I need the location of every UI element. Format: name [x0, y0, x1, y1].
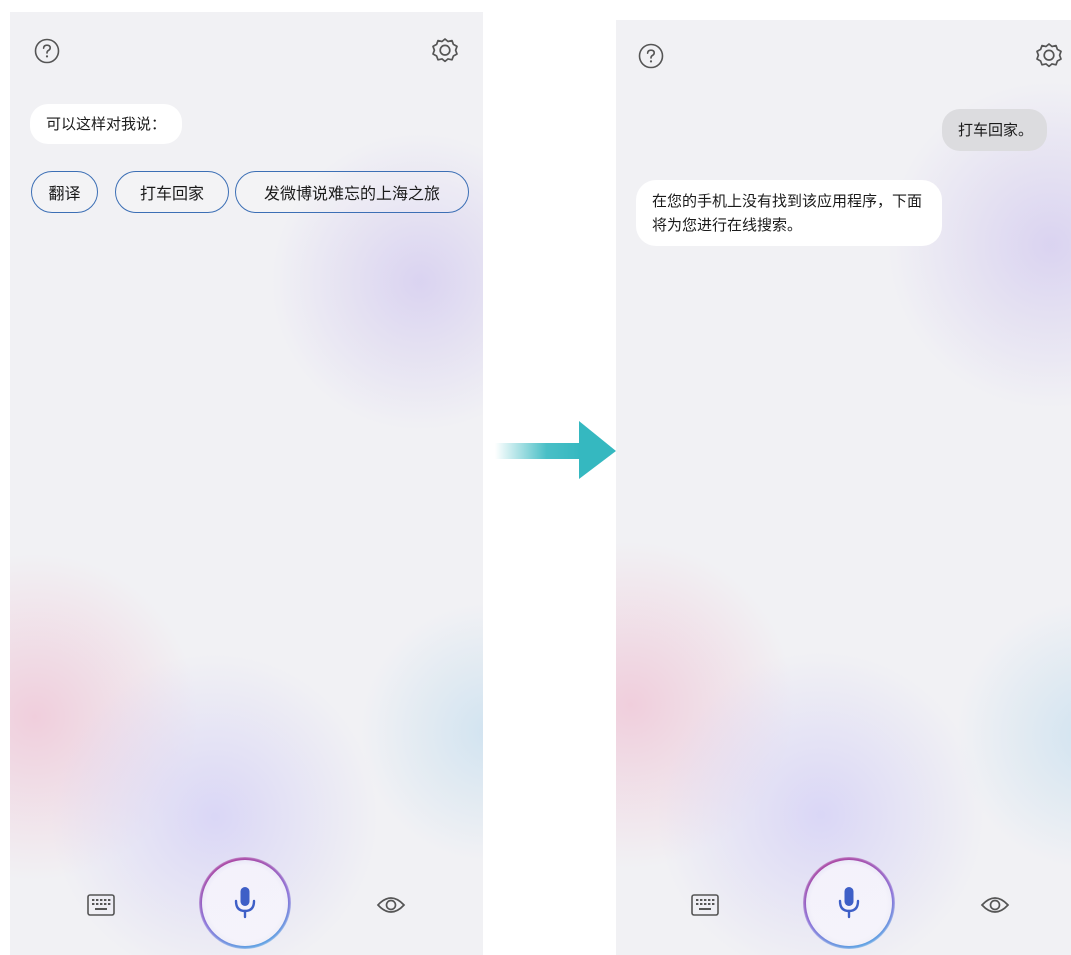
microphone-button[interactable]	[199, 857, 291, 949]
assistant-message-line: 在您的手机上没有找到该应用程序，下面	[652, 192, 923, 210]
keyboard-icon[interactable]	[81, 885, 121, 925]
eye-icon[interactable]	[371, 885, 411, 925]
phone-screen-after: 打车回家。 在您的手机上没有找到该应用程序，下面 将为您进行在线搜索。	[616, 20, 1071, 955]
help-icon[interactable]	[30, 34, 64, 68]
chip-taxi-home[interactable]: 打车回家	[115, 171, 229, 213]
eye-icon[interactable]	[975, 885, 1015, 925]
phone-screen-before: 可以这样对我说： 翻译 打车回家 发微博说难忘的上海之旅	[10, 12, 483, 955]
help-icon[interactable]	[634, 39, 668, 73]
background-glow	[956, 600, 1071, 870]
microphone-icon	[838, 887, 860, 919]
chip-translate[interactable]: 翻译	[31, 171, 98, 213]
assistant-message-line: 将为您进行在线搜索。	[652, 216, 803, 234]
microphone-icon	[234, 887, 256, 919]
assistant-message-bubble: 在您的手机上没有找到该应用程序，下面 将为您进行在线搜索。	[636, 180, 943, 246]
settings-icon[interactable]	[1032, 39, 1066, 73]
background-glow	[616, 540, 796, 870]
keyboard-icon[interactable]	[685, 885, 725, 925]
suggestion-heading: 可以这样对我说：	[30, 104, 183, 144]
user-message-bubble: 打车回家。	[942, 109, 1048, 151]
background-glow	[10, 552, 200, 882]
background-glow	[360, 602, 483, 862]
transition-arrow	[493, 420, 618, 480]
microphone-button[interactable]	[803, 857, 895, 949]
chip-weibo-post[interactable]: 发微博说难忘的上海之旅	[235, 171, 469, 213]
settings-icon[interactable]	[428, 34, 462, 68]
arrow-right-icon	[495, 421, 616, 479]
